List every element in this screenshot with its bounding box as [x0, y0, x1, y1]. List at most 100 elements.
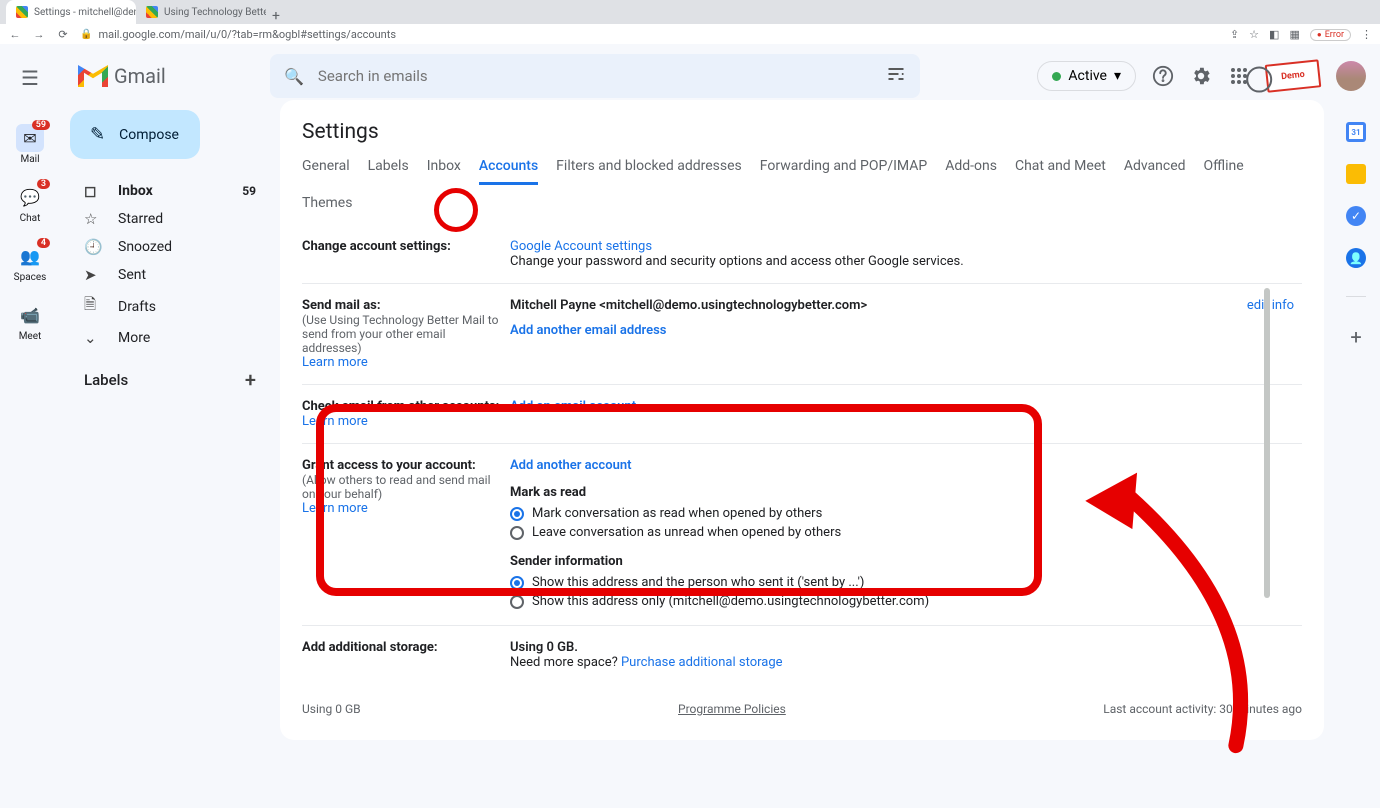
share-icon[interactable]: ⇪ — [1230, 28, 1239, 41]
product-name: Gmail — [114, 64, 166, 88]
compose-button[interactable]: ✎ Compose — [70, 110, 200, 159]
tab-inbox[interactable]: Inbox — [427, 158, 461, 185]
rail-chat[interactable]: 💬3 Chat — [16, 183, 44, 224]
add-account-link[interactable]: Add an email account — [510, 399, 636, 414]
rail-label: Chat — [20, 213, 41, 224]
section-label: Add additional storage: — [302, 640, 438, 655]
purchase-storage-link[interactable]: Purchase additional storage — [621, 655, 783, 670]
address-bar: ← → ⟳ 🔒 mail.google.com/mail/u/0/?tab=rm… — [0, 24, 1380, 44]
contacts-icon[interactable] — [1346, 248, 1366, 268]
browser-chrome: Settings - mitchell@demo.usi× Using Tech… — [0, 0, 1380, 44]
send-icon: ➤ — [84, 266, 102, 284]
storage-using: Using 0 GB. — [510, 640, 1302, 655]
radio-icon — [510, 576, 524, 590]
learn-more-link[interactable]: Learn more — [302, 414, 368, 429]
new-tab-button[interactable]: + — [266, 8, 286, 24]
scrollbar-thumb[interactable] — [1264, 288, 1270, 598]
edit-info-link[interactable]: edit info — [1247, 298, 1302, 370]
get-addons-button[interactable]: + — [1350, 325, 1361, 349]
calendar-icon[interactable] — [1346, 122, 1366, 142]
reload-button[interactable]: ⟳ — [56, 28, 70, 41]
section-storage: Add additional storage: Using 0 GB. Need… — [302, 626, 1302, 684]
app-rail: ☰ ✉59 Mail 💬3 Chat 👥4 Spaces 📹 Meet — [0, 44, 60, 776]
add-email-link[interactable]: Add another email address — [510, 323, 666, 338]
radio-icon — [510, 507, 524, 521]
google-account-link[interactable]: Google Account settings — [510, 239, 652, 254]
page-title: Settings — [280, 120, 1324, 158]
learn-more-link[interactable]: Learn more — [302, 355, 368, 370]
favicon — [146, 6, 158, 18]
section-subtext: (Allow others to read and send mail on y… — [302, 473, 502, 501]
tab-themes[interactable]: Themes — [302, 195, 352, 219]
add-delegate-link[interactable]: Add another account — [510, 458, 631, 473]
settings-footer: Using 0 GB Programme Policies Last accou… — [280, 684, 1324, 716]
star-icon[interactable]: ☆ — [1249, 28, 1259, 41]
learn-more-link[interactable]: Learn more — [302, 501, 368, 516]
tab-forwarding[interactable]: Forwarding and POP/IMAP — [760, 158, 927, 185]
forward-button[interactable]: → — [32, 28, 46, 41]
gmail-logo[interactable]: Gmail — [78, 64, 166, 88]
tab-accounts[interactable]: Accounts — [479, 158, 538, 185]
tab-offline[interactable]: Offline — [1204, 158, 1244, 185]
nav-label: Drafts — [118, 299, 156, 315]
labels-section-header: Labels + — [70, 352, 270, 392]
tab-bar: Settings - mitchell@demo.usi× Using Tech… — [0, 0, 1380, 24]
main-content: Settings General Labels Inbox Accounts F… — [280, 44, 1380, 776]
lock-icon: 🔒 — [80, 29, 92, 40]
url-box[interactable]: 🔒 mail.google.com/mail/u/0/?tab=rm&ogbl#… — [80, 28, 1220, 41]
extension-icon[interactable]: ▦ — [1289, 28, 1299, 41]
radio-label: Show this address and the person who sen… — [532, 575, 864, 590]
nav-starred[interactable]: ☆Starred — [70, 205, 270, 233]
scrollbar-track[interactable] — [1264, 288, 1270, 808]
radio-icon — [510, 526, 524, 540]
back-button[interactable]: ← — [8, 28, 22, 41]
extension-icon[interactable]: ◧ — [1269, 28, 1279, 41]
nav-label: Starred — [118, 211, 163, 227]
rail-label: Mail — [20, 154, 39, 165]
browser-tab[interactable]: Using Technology Better Mai× — [136, 0, 266, 24]
compose-label: Compose — [119, 127, 179, 143]
radio-icon — [510, 595, 524, 609]
radio-show-both[interactable]: Show this address and the person who sen… — [510, 573, 1302, 592]
radio-leave-unread[interactable]: Leave conversation as unread when opened… — [510, 523, 1302, 542]
add-label-button[interactable]: + — [245, 368, 256, 392]
nav-drafts[interactable]: 🗎 Drafts — [70, 289, 270, 324]
browser-menu-icon[interactable]: ⋮ — [1361, 28, 1372, 41]
tab-filters[interactable]: Filters and blocked addresses — [556, 158, 742, 185]
divider — [1346, 296, 1366, 297]
url-text: mail.google.com/mail/u/0/?tab=rm&ogbl#se… — [98, 28, 396, 41]
rail-mail[interactable]: ✉59 Mail — [16, 124, 44, 165]
send-as-identity: Mitchell Payne <mitchell@demo.usingtechn… — [510, 298, 1247, 313]
tab-title: Using Technology Better Mai — [164, 7, 266, 18]
tab-general[interactable]: General — [302, 158, 350, 185]
main-menu-button[interactable]: ☰ — [10, 58, 50, 98]
nav-label: Sent — [118, 267, 146, 283]
section-label: Send mail as: — [302, 298, 502, 313]
nav-inbox[interactable]: ◻ Inbox 59 — [70, 177, 270, 205]
tab-advanced[interactable]: Advanced — [1124, 158, 1186, 185]
radio-mark-read[interactable]: Mark conversation as read when opened by… — [510, 504, 1302, 523]
rail-spaces[interactable]: 👥4 Spaces — [14, 242, 47, 283]
section-desc: Change your password and security option… — [510, 254, 1302, 269]
radio-show-address-only[interactable]: Show this address only (mitchell@demo.us… — [510, 592, 1302, 611]
rail-meet[interactable]: 📹 Meet — [16, 301, 44, 342]
section-subtext: (Use Using Technology Better Mail to sen… — [302, 313, 502, 355]
nav-label: More — [118, 330, 150, 346]
error-chip[interactable]: Error — [1310, 29, 1351, 41]
section-change-account: Change account settings: Google Account … — [302, 225, 1302, 284]
nav-sent[interactable]: ➤ Sent — [70, 261, 270, 289]
sender-info-heading: Sender information — [510, 554, 1302, 569]
chat-badge: 3 — [37, 179, 50, 189]
nav-more[interactable]: ⌄More — [70, 324, 270, 352]
tab-labels[interactable]: Labels — [368, 158, 409, 185]
file-icon: 🗎 — [84, 294, 102, 319]
pencil-icon: ✎ — [90, 124, 105, 145]
nav-snoozed[interactable]: 🕘Snoozed — [70, 233, 270, 261]
tab-addons[interactable]: Add-ons — [945, 158, 997, 185]
footer-policies-link[interactable]: Programme Policies — [678, 702, 786, 716]
keep-icon[interactable] — [1346, 164, 1366, 184]
tasks-icon[interactable] — [1346, 206, 1366, 226]
browser-tab-active[interactable]: Settings - mitchell@demo.usi× — [6, 0, 136, 24]
clock-icon: 🕘 — [84, 238, 102, 256]
tab-chat-meet[interactable]: Chat and Meet — [1015, 158, 1106, 185]
